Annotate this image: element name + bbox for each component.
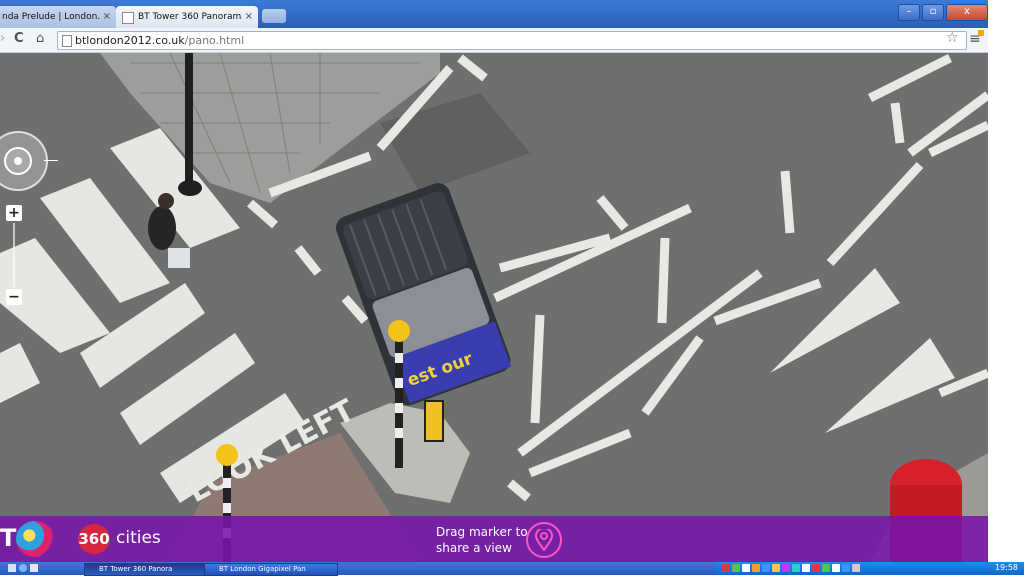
tray-icon[interactable]	[802, 564, 810, 572]
home-icon[interactable]: ⌂	[36, 31, 44, 46]
browser-toolbar: › C ⌂ btlondon2012.co.uk/pano.html ☆ ≡	[0, 28, 988, 53]
drag-hint-line1: Drag marker to	[436, 525, 528, 539]
new-tab-button[interactable]	[262, 9, 286, 23]
bt-logo-text: T	[0, 524, 17, 552]
pan-center-icon[interactable]	[4, 147, 32, 175]
tray-icon[interactable]	[742, 564, 750, 572]
address-bar[interactable]: btlondon2012.co.uk/pano.html	[57, 31, 967, 50]
zoom-in-button[interactable]: +	[6, 205, 22, 221]
clock: 19:58	[994, 563, 1018, 572]
panorama-view[interactable]: LOOK LEFT est our + −	[0, 53, 988, 562]
zoom-out-button[interactable]: −	[6, 289, 22, 305]
drag-marker-hint: Drag marker to share a view	[436, 524, 528, 556]
cities-label[interactable]: cities	[116, 528, 161, 548]
tab-strip: nda Prelude | London. All × BT Tower 360…	[0, 0, 988, 28]
close-window-button[interactable]: x	[946, 4, 988, 21]
tray-icon[interactable]	[772, 564, 780, 572]
page-icon	[62, 35, 72, 47]
update-badge	[978, 30, 984, 36]
page-icon	[122, 12, 134, 24]
maximize-button[interactable]: ▫	[922, 4, 944, 21]
pan-dot	[14, 157, 22, 165]
tab-title: BT Tower 360 Panorama of L	[138, 12, 242, 22]
tray-icon[interactable]	[812, 564, 820, 572]
bottom-banner: T 360 cities Drag marker to share a view	[0, 516, 988, 562]
compass-pointer	[44, 160, 58, 161]
zoom-slider[interactable]	[13, 223, 15, 287]
drag-hint-line2: share a view	[436, 541, 512, 555]
bt-globe-icon	[16, 521, 54, 557]
tray-icon[interactable]	[782, 564, 790, 572]
tray-icon[interactable]	[842, 564, 850, 572]
tray-icon[interactable]	[732, 564, 740, 572]
tray-icon[interactable]	[852, 564, 860, 572]
minimize-button[interactable]: –	[898, 4, 920, 21]
folder-icon[interactable]	[30, 564, 38, 572]
ie-icon[interactable]	[19, 564, 27, 572]
window-controls: – ▫ x	[898, 4, 988, 21]
windows-taskbar: BT Tower 360 Panora BT London Gigapixel …	[0, 562, 1024, 576]
360-cities-badge[interactable]: 360	[78, 524, 110, 554]
forward-icon[interactable]: ›	[0, 31, 5, 46]
tab-close-icon[interactable]: ×	[245, 6, 253, 28]
tray-icon[interactable]	[722, 564, 730, 572]
tab-title: nda Prelude | London. All	[2, 12, 100, 22]
desktop-icon[interactable]	[8, 564, 16, 572]
tray-icon[interactable]	[752, 564, 760, 572]
tray-icon[interactable]	[822, 564, 830, 572]
share-marker-icon[interactable]	[526, 522, 562, 558]
tab-bt-tower[interactable]: BT Tower 360 Panorama of L ×	[116, 6, 258, 28]
tab-close-icon[interactable]: ×	[103, 6, 111, 28]
system-tray: 19:58	[716, 562, 1024, 575]
street-scene: LOOK LEFT est our	[0, 53, 988, 562]
taskbar-button-gigapixel[interactable]: BT London Gigapixel Pan	[204, 563, 338, 576]
url-host: btlondon2012.co.uk	[75, 34, 185, 47]
tray-icon[interactable]	[762, 564, 770, 572]
tray-icon[interactable]	[832, 564, 840, 572]
taskbar-button-bt-tower[interactable]: BT Tower 360 Panora	[84, 563, 212, 576]
tab-prelude[interactable]: nda Prelude | London. All ×	[0, 6, 116, 28]
reload-icon[interactable]: C	[14, 31, 24, 46]
tray-icon[interactable]	[792, 564, 800, 572]
url-text: btlondon2012.co.uk/pano.html	[75, 32, 244, 49]
bookmark-star-icon[interactable]: ☆	[946, 30, 959, 46]
url-path: /pano.html	[184, 34, 245, 47]
tray-icons	[722, 564, 860, 572]
quick-launch	[8, 564, 38, 572]
